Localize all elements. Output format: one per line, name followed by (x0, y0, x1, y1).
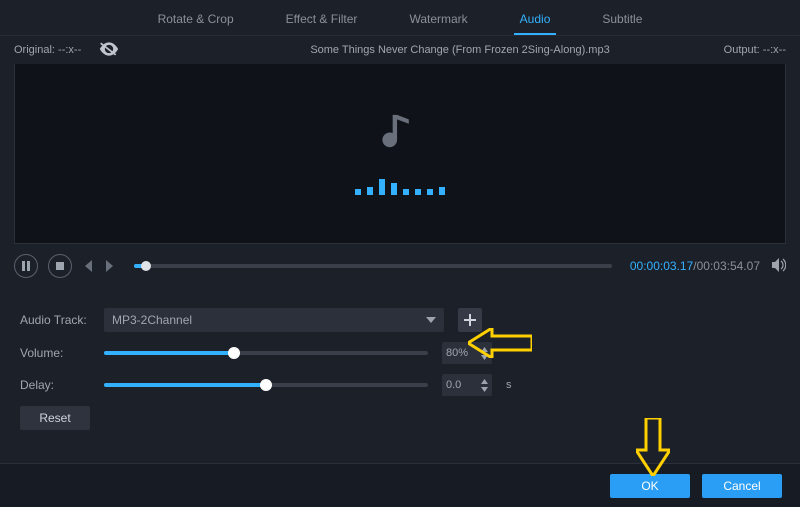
tab-audio[interactable]: Audio (514, 12, 557, 35)
original-label: Original: --:x-- (14, 44, 81, 56)
playback-bar: 00:00:03.17/00:03:54.07 (0, 244, 800, 288)
tab-rotate-crop[interactable]: Rotate & Crop (152, 12, 240, 35)
tab-bar: Rotate & Crop Effect & Filter Watermark … (0, 0, 800, 36)
delay-label: Delay: (20, 378, 90, 392)
preview-toggle-icon[interactable] (99, 41, 119, 60)
delay-slider[interactable] (104, 383, 428, 387)
stop-button[interactable] (48, 254, 72, 278)
play-pause-button[interactable] (14, 254, 38, 278)
tab-subtitle[interactable]: Subtitle (596, 12, 648, 35)
time-display: 00:00:03.17/00:03:54.07 (630, 259, 760, 273)
audio-track-label: Audio Track: (20, 313, 90, 327)
audio-controls: Audio Track: MP3-2Channel Volume: 80% De… (0, 288, 800, 430)
delay-up[interactable] (481, 377, 488, 385)
filename: Some Things Never Change (From Frozen 2S… (254, 44, 666, 56)
equalizer-icon (355, 179, 445, 195)
delay-down[interactable] (481, 385, 488, 393)
file-info-bar: Original: --:x-- Some Things Never Chang… (0, 36, 800, 64)
delay-unit: s (506, 379, 512, 391)
volume-up[interactable] (481, 345, 488, 353)
volume-spinner[interactable]: 80% (442, 342, 492, 364)
audio-track-select[interactable]: MP3-2Channel (104, 308, 444, 332)
preview-pane (14, 64, 786, 244)
volume-label: Volume: (20, 346, 90, 360)
volume-value: 80% (446, 347, 481, 359)
ok-button[interactable]: OK (610, 474, 690, 498)
reset-button[interactable]: Reset (20, 406, 90, 430)
progress-slider[interactable] (134, 264, 612, 268)
delay-spinner[interactable]: 0.0 (442, 374, 492, 396)
add-track-button[interactable] (458, 308, 482, 332)
speaker-icon[interactable] (770, 257, 786, 276)
audio-track-value: MP3-2Channel (112, 313, 192, 327)
volume-slider[interactable] (104, 351, 428, 355)
prev-button[interactable] (82, 260, 94, 272)
cancel-button[interactable]: Cancel (702, 474, 782, 498)
delay-value: 0.0 (446, 379, 481, 391)
music-note-icon (382, 112, 418, 159)
next-button[interactable] (104, 260, 116, 272)
tab-effect-filter[interactable]: Effect & Filter (280, 12, 364, 35)
volume-down[interactable] (481, 353, 488, 361)
tab-watermark[interactable]: Watermark (403, 12, 473, 35)
output-label: Output: --:x-- (666, 44, 786, 56)
dialog-footer: OK Cancel (0, 463, 800, 507)
chevron-down-icon (426, 315, 436, 325)
